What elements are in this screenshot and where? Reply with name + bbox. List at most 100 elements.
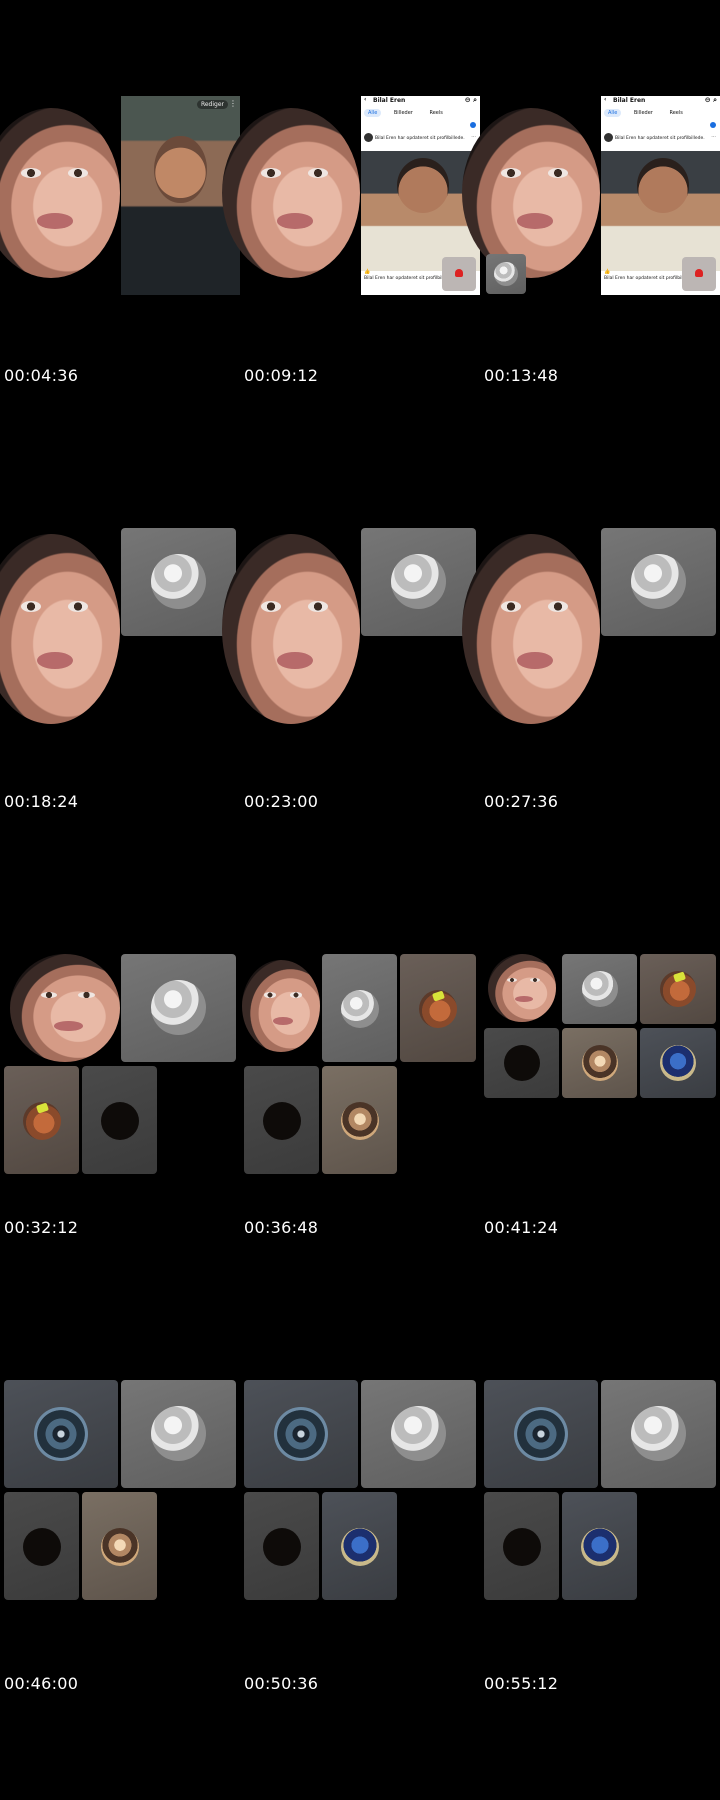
participant-tile[interactable] bbox=[484, 1380, 598, 1488]
edit-button[interactable]: Rediger bbox=[196, 100, 228, 109]
avatar bbox=[660, 1045, 696, 1081]
participant-tile[interactable] bbox=[121, 528, 236, 636]
more-horizontal-icon[interactable]: ··· bbox=[471, 134, 476, 140]
frame-1: Rediger ⋮ 00:04:36 bbox=[0, 96, 240, 522]
avatar bbox=[23, 1528, 61, 1566]
participant-tile[interactable] bbox=[640, 954, 716, 1024]
participant-tile[interactable] bbox=[4, 1380, 118, 1488]
participant-tile[interactable] bbox=[400, 954, 476, 1062]
participant-face-video[interactable] bbox=[0, 108, 120, 278]
post-text: Bilal Eren har opdateret sit profilbille… bbox=[375, 136, 465, 141]
avatar bbox=[631, 554, 686, 609]
participant-tile[interactable] bbox=[4, 1066, 79, 1174]
avatar bbox=[364, 133, 373, 142]
profile-photo[interactable] bbox=[361, 151, 480, 271]
participant-tile[interactable] bbox=[82, 1066, 157, 1174]
participant-face-video[interactable] bbox=[222, 534, 360, 724]
participant-tile[interactable] bbox=[4, 1492, 79, 1600]
frame-2: ‹ Bilal Eren ⊖ ⌕ Alle Billeder Reels Bil… bbox=[222, 96, 480, 522]
participant-face-video[interactable] bbox=[488, 954, 556, 1022]
participant-tile[interactable] bbox=[601, 528, 716, 636]
self-preview-video[interactable] bbox=[682, 257, 716, 291]
tab-billeder[interactable]: Billeder bbox=[390, 109, 417, 117]
participant-tile[interactable] bbox=[121, 954, 236, 1062]
timestamp: 00:36:48 bbox=[244, 1218, 319, 1237]
like-icon[interactable]: 👍 bbox=[604, 269, 610, 275]
participant-tile[interactable] bbox=[244, 1066, 319, 1174]
avatar bbox=[101, 1528, 139, 1566]
avatar bbox=[514, 1407, 568, 1461]
back-icon[interactable]: ‹ bbox=[604, 96, 606, 103]
participant-face-video[interactable] bbox=[242, 960, 320, 1052]
participant-tile[interactable] bbox=[601, 1380, 716, 1488]
frame-5: 00:23:00 bbox=[222, 522, 480, 948]
participant-tile[interactable] bbox=[640, 1028, 716, 1098]
participant-face-video[interactable] bbox=[10, 954, 120, 1062]
timestamp: 00:50:36 bbox=[244, 1674, 319, 1693]
tab-reels[interactable]: Reels bbox=[665, 109, 686, 117]
participant-tile[interactable] bbox=[484, 1028, 559, 1098]
back-icon[interactable]: ‹ bbox=[364, 96, 366, 103]
avatar bbox=[151, 1406, 206, 1461]
participant-tile[interactable] bbox=[486, 254, 526, 294]
participant-tile[interactable] bbox=[322, 1492, 397, 1600]
participant-tile[interactable] bbox=[562, 1028, 637, 1098]
frame-8: 00:36:48 bbox=[240, 948, 480, 1374]
post-text-2: Bilal Eren har opdateret sit profilbille… bbox=[364, 276, 454, 281]
more-horizontal-icon[interactable]: ··· bbox=[711, 134, 716, 140]
avatar bbox=[494, 262, 518, 286]
participant-face-video[interactable] bbox=[462, 108, 600, 278]
participant-tile[interactable] bbox=[244, 1380, 358, 1488]
avatar bbox=[582, 1045, 618, 1081]
participant-tile[interactable] bbox=[121, 1380, 236, 1488]
profile-photo[interactable] bbox=[601, 151, 720, 271]
timestamp: 00:04:36 bbox=[4, 366, 79, 385]
participant-tile[interactable] bbox=[484, 1492, 559, 1600]
avatar bbox=[341, 1102, 379, 1140]
avatar bbox=[101, 1102, 139, 1140]
tab-billeder[interactable]: Billeder bbox=[630, 109, 657, 117]
participant-tile[interactable] bbox=[361, 528, 476, 636]
participant-face-video[interactable] bbox=[0, 534, 120, 724]
search-icon[interactable]: ⊖ ⌕ bbox=[705, 96, 717, 105]
avatar bbox=[274, 1407, 328, 1461]
avatar bbox=[341, 990, 379, 1028]
frame-7: 00:32:12 bbox=[0, 948, 240, 1374]
self-preview-video[interactable] bbox=[442, 257, 476, 291]
timestamp: 00:13:48 bbox=[484, 366, 559, 385]
frame-9: 00:41:24 bbox=[480, 948, 720, 1374]
avatar bbox=[582, 971, 618, 1007]
participant-tile[interactable] bbox=[562, 1492, 637, 1600]
tab-reels[interactable]: Reels bbox=[425, 109, 446, 117]
more-vertical-icon[interactable]: ⋮ bbox=[229, 99, 237, 108]
participant-tile[interactable] bbox=[82, 1492, 157, 1600]
search-icon[interactable]: ⊖ ⌕ bbox=[465, 96, 477, 105]
avatar bbox=[660, 971, 696, 1007]
avatar bbox=[391, 1406, 446, 1461]
avatar bbox=[151, 554, 206, 609]
tab-alle[interactable]: Alle bbox=[604, 109, 622, 117]
like-icon[interactable]: 👍 bbox=[364, 269, 370, 275]
participant-tile[interactable] bbox=[322, 1066, 397, 1174]
profile-name: Bilal Eren bbox=[373, 97, 406, 104]
participant-tile[interactable] bbox=[361, 1380, 476, 1488]
frame-10: 00:46:00 bbox=[0, 1374, 240, 1800]
avatar bbox=[504, 1045, 540, 1081]
avatar bbox=[581, 1528, 619, 1566]
frame-11: 00:50:36 bbox=[240, 1374, 480, 1800]
participant-tile[interactable] bbox=[322, 954, 397, 1062]
participant-face-video[interactable] bbox=[222, 108, 360, 278]
frame-3: ‹ Bilal Eren ⊖ ⌕ Alle Billeder Reels Bil… bbox=[462, 96, 720, 522]
tab-alle[interactable]: Alle bbox=[364, 109, 382, 117]
avatar bbox=[391, 554, 446, 609]
participant-face-video[interactable] bbox=[462, 534, 600, 724]
participant-tile[interactable] bbox=[562, 954, 637, 1024]
avatar bbox=[419, 990, 457, 1028]
notification-dot bbox=[470, 122, 476, 128]
notification-dot bbox=[710, 122, 716, 128]
avatar bbox=[151, 980, 206, 1035]
profile-name: Bilal Eren bbox=[613, 97, 646, 104]
facebook-profile-screen[interactable]: ‹ Bilal Eren ⊖ ⌕ Alle Billeder Reels Bil… bbox=[601, 96, 720, 295]
avatar bbox=[341, 1528, 379, 1566]
participant-tile[interactable] bbox=[244, 1492, 319, 1600]
